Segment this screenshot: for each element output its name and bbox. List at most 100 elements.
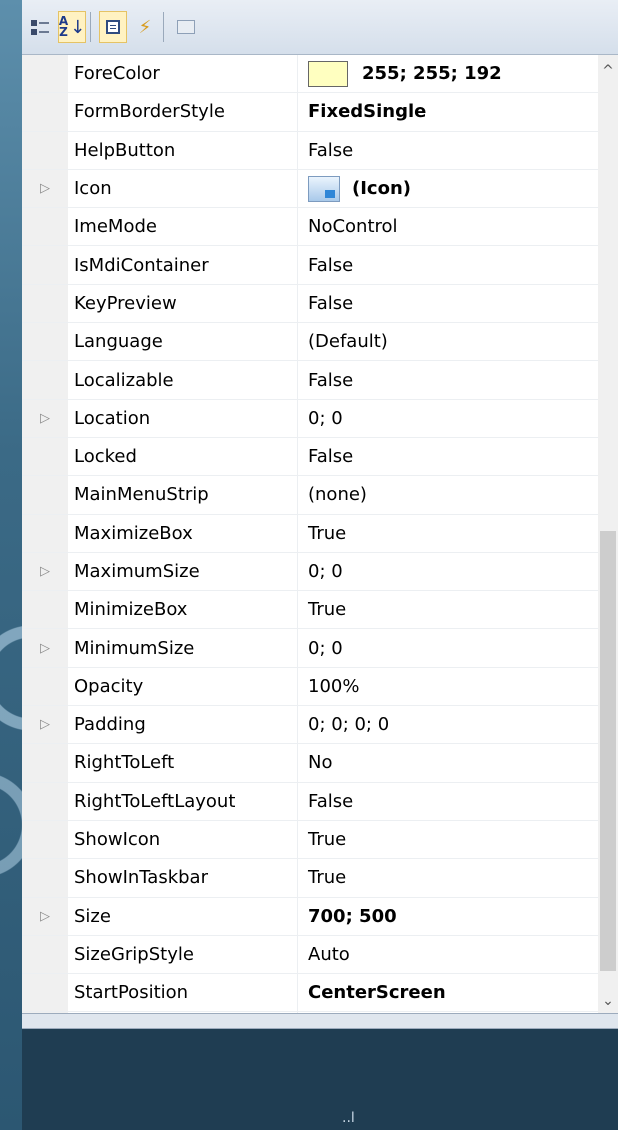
row-gutter — [22, 820, 68, 859]
expand-arrow-icon[interactable]: ▷ — [22, 629, 68, 667]
property-value-text: 100% — [308, 675, 360, 697]
property-value[interactable]: CenterScreen — [298, 974, 598, 1011]
property-row[interactable]: ▷ MinimumSize 0; 0 — [22, 629, 598, 668]
property-value[interactable]: 255; 255; 192 — [298, 55, 598, 92]
property-value[interactable]: 700; 500 — [298, 898, 598, 935]
property-value[interactable]: 100% — [298, 668, 598, 705]
property-row[interactable]: MinimizeBox True — [22, 591, 598, 630]
property-row[interactable]: IsMdiContainer False — [22, 246, 598, 285]
property-value[interactable]: 0; 0 — [298, 629, 598, 666]
property-row[interactable]: Localizable False — [22, 361, 598, 400]
property-row[interactable]: ImeMode NoControl — [22, 208, 598, 247]
expand-arrow-icon[interactable]: ▷ — [22, 897, 68, 935]
row-gutter — [22, 284, 68, 323]
property-name: RightToLeftLayout — [68, 782, 298, 820]
property-value[interactable]: Auto — [298, 936, 598, 973]
property-row[interactable]: MaximizeBox True — [22, 514, 598, 553]
scrollbar-thumb[interactable] — [600, 531, 616, 971]
property-value-text: True — [308, 867, 347, 889]
expand-arrow-icon[interactable]: ▷ — [22, 399, 68, 437]
property-row[interactable]: KeyPreview False — [22, 284, 598, 324]
property-row[interactable]: Opacity 100% — [22, 667, 598, 707]
property-row[interactable]: ▷ Location 0; 0 — [22, 399, 598, 438]
property-row[interactable]: ▷ Size 700; 500 — [22, 897, 598, 936]
property-row[interactable]: Language (Default) — [22, 323, 598, 362]
row-gutter — [22, 361, 68, 399]
expand-arrow-icon[interactable]: ▷ — [22, 552, 68, 591]
scroll-up-icon[interactable]: ^ — [598, 63, 618, 79]
property-name: StartPosition — [68, 974, 298, 1012]
property-value[interactable]: False — [298, 361, 598, 398]
property-row[interactable]: ShowInTaskbar True — [22, 859, 598, 898]
property-value[interactable]: True — [298, 515, 598, 552]
alphabetical-icon: AZ — [58, 14, 69, 39]
property-value[interactable]: 0; 0 — [298, 400, 598, 437]
property-value-text: False — [308, 369, 354, 391]
property-value[interactable]: False — [298, 132, 598, 169]
property-value[interactable]: (Default) — [298, 323, 598, 360]
description-splitter[interactable] — [22, 1013, 618, 1029]
property-row[interactable]: HelpButton False — [22, 131, 598, 170]
property-row[interactable]: RightToLeftLayout False — [22, 782, 598, 821]
property-value[interactable]: FixedSingle — [298, 93, 598, 130]
property-row[interactable]: ▷ Icon (Icon) — [22, 169, 598, 209]
row-gutter — [22, 591, 68, 629]
property-row[interactable]: Locked False — [22, 437, 598, 477]
property-name: KeyPreview — [68, 284, 298, 323]
property-name: ImeMode — [68, 208, 298, 246]
property-pages-button[interactable] — [172, 11, 200, 43]
row-gutter — [22, 476, 68, 514]
property-grid-scrollbar[interactable]: ^ ⌄ — [598, 55, 618, 1013]
property-value[interactable]: False — [298, 246, 598, 283]
expand-arrow-icon[interactable]: ▷ — [22, 706, 68, 744]
property-value-text: True — [308, 522, 347, 544]
property-name: Language — [68, 323, 298, 361]
property-value-text: False — [308, 446, 354, 468]
row-gutter — [22, 208, 68, 246]
property-value[interactable]: False — [298, 438, 598, 475]
expand-arrow-icon[interactable]: ▷ — [22, 169, 68, 208]
properties-button[interactable] — [99, 11, 127, 43]
property-name: Location — [68, 399, 298, 437]
property-row[interactable]: RightToLeft No — [22, 744, 598, 783]
bottom-text: ..ا — [342, 1110, 355, 1126]
property-value[interactable]: NoControl — [298, 208, 598, 245]
property-name: ForeColor — [68, 55, 298, 93]
scroll-down-icon[interactable]: ⌄ — [598, 993, 618, 1009]
property-name: ShowInTaskbar — [68, 859, 298, 897]
property-value[interactable]: True — [298, 859, 598, 896]
property-value[interactable]: 0; 0; 0; 0 — [298, 706, 598, 743]
property-value[interactable]: False — [298, 285, 598, 322]
property-row[interactable]: FormBorderStyle FixedSingle — [22, 93, 598, 132]
property-row[interactable]: SizeGripStyle Auto — [22, 935, 598, 975]
properties-toolbar: A Z ↓ ⚡ — [22, 0, 618, 55]
property-value-text: Auto — [308, 943, 350, 965]
alphabetical-button[interactable]: A Z ↓ — [58, 11, 86, 43]
property-value[interactable]: (Icon) — [298, 170, 598, 207]
property-value-text: True — [308, 599, 347, 621]
property-value-text: 0; 0 — [308, 637, 343, 659]
categorized-button[interactable] — [26, 11, 54, 43]
property-name: Opacity — [68, 667, 298, 706]
property-row[interactable]: ▷ MaximumSize 0; 0 — [22, 552, 598, 592]
property-value[interactable]: True — [298, 821, 598, 858]
properties-icon — [106, 20, 120, 34]
property-row[interactable]: ▷ Padding 0; 0; 0; 0 — [22, 706, 598, 745]
row-gutter — [22, 514, 68, 552]
property-row[interactable]: ForeColor 255; 255; 192 — [22, 55, 598, 94]
property-value[interactable]: (none) — [298, 476, 598, 513]
property-row[interactable]: MainMenuStrip (none) — [22, 476, 598, 515]
property-row[interactable]: StartPosition CenterScreen — [22, 974, 598, 1013]
property-value[interactable]: No — [298, 744, 598, 781]
property-value[interactable]: True — [298, 591, 598, 628]
property-name: MaximizeBox — [68, 514, 298, 552]
property-name: RightToLeft — [68, 744, 298, 782]
property-name: MinimizeBox — [68, 591, 298, 629]
property-value-text: (none) — [308, 484, 367, 506]
property-value[interactable]: False — [298, 783, 598, 820]
toolbar-separator — [163, 12, 164, 42]
property-value[interactable]: 0; 0 — [298, 553, 598, 590]
property-row[interactable]: ShowIcon True — [22, 820, 598, 860]
property-name: Padding — [68, 706, 298, 744]
events-button[interactable]: ⚡ — [131, 11, 159, 43]
